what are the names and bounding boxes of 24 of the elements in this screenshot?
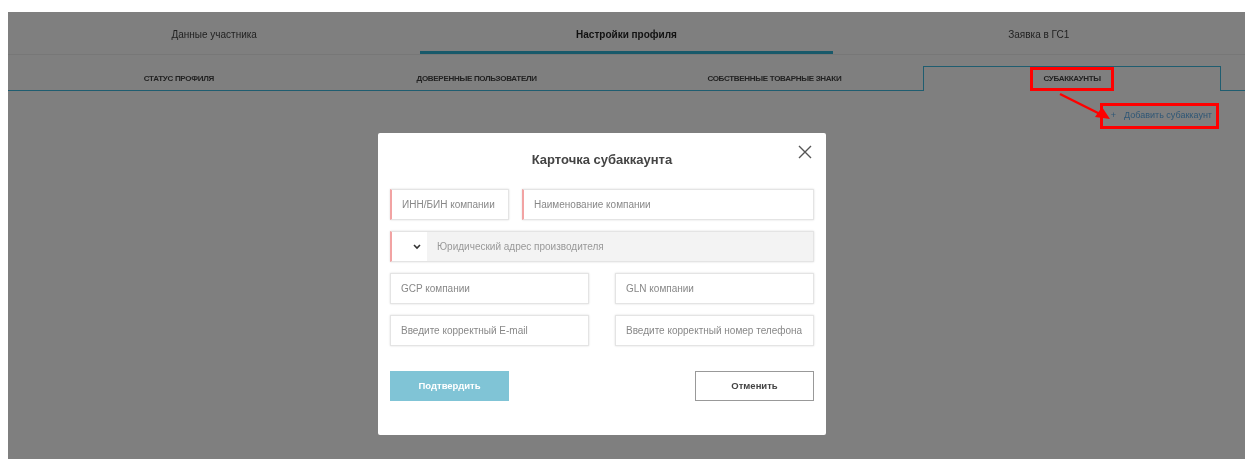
tab-label[interactable]: СУБАККАУНТЫ xyxy=(1043,73,1101,85)
chevron-icon xyxy=(413,243,421,250)
tab[interactable]: Данные участника xyxy=(8,12,421,54)
sub-tab[interactable]: СТАТУС ПРОФИЛЯ xyxy=(30,66,328,91)
tab-label[interactable]: СОБСТВЕННЫЕ ТОВАРНЫЕ ЗНАКИ xyxy=(707,73,842,85)
input-field[interactable]: GLN компании xyxy=(615,273,814,304)
input-field[interactable]: GCP компании xyxy=(390,273,589,304)
sub-tab[interactable]: ДОВЕРЕННЫЕ ПОЛЬЗОВАТЕЛИ xyxy=(327,66,626,91)
tab[interactable]: Настройки профиля xyxy=(420,12,833,54)
tab-label[interactable]: СТАТУС ПРОФИЛЯ xyxy=(143,73,214,85)
input-field[interactable]: Введите корректный номер телефона xyxy=(615,315,814,346)
close-icon[interactable] xyxy=(798,145,812,159)
tab-label[interactable]: ДОВЕРЕННЫЕ ПОЛЬЗОВАТЕЛИ xyxy=(416,73,537,85)
input-field[interactable]: ИНН/БИН компании xyxy=(390,189,509,220)
sub-tab[interactable]: СОБСТВЕННЫЕ ТОВАРНЫЕ ЗНАКИ xyxy=(625,66,924,91)
modal-title: Карточка субаккаунта xyxy=(531,152,673,167)
tab[interactable]: Заявка в ГС1 xyxy=(832,12,1245,54)
sub-tab[interactable]: СУБАККАУНТЫ xyxy=(923,66,1221,91)
cancel-button[interactable]: Отменить xyxy=(695,371,814,401)
button-label: Добавить субаккаунт xyxy=(1124,109,1212,122)
input-field[interactable]: Введите корректный E-mail xyxy=(390,315,589,346)
plus-icon: + xyxy=(1110,109,1117,123)
input-field[interactable]: Наименование компании xyxy=(522,189,814,220)
annotation-arrow xyxy=(1059,92,1110,119)
